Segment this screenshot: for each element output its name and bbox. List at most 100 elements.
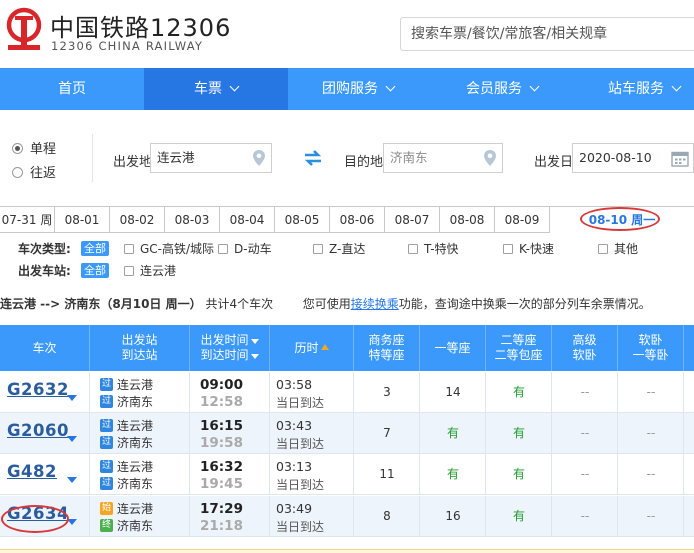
filter-t[interactable]: T-特快 xyxy=(408,240,459,258)
seat-second-class[interactable]: 有 xyxy=(486,372,552,412)
nav-tickets[interactable]: 车票 xyxy=(144,68,288,110)
date-tab[interactable]: 08-06 xyxy=(330,206,385,233)
filter-gc[interactable]: GC-高铁/城际 xyxy=(124,240,214,258)
filter-k[interactable]: K-快速 xyxy=(503,240,554,258)
hint-text-post: 功能，查询途中换乘一次的部分列车余票情况。 xyxy=(398,297,651,311)
station-badge-icon: 过 xyxy=(100,477,113,490)
brand-title[interactable]: 中国铁路12306 xyxy=(50,8,231,43)
seat-business[interactable]: 8 xyxy=(354,496,420,536)
arrival-station: 过济南东 xyxy=(100,475,153,492)
arrival-station: 过济南东 xyxy=(100,393,153,410)
col-train: 车次 xyxy=(0,325,90,371)
date-tab[interactable]: 07-31 周 xyxy=(0,206,55,233)
nav-label: 首页 xyxy=(58,81,86,97)
date-value: 2020-08-10 xyxy=(579,150,652,165)
sort-desc-icon[interactable] xyxy=(250,339,259,344)
filter-label: 连云港 xyxy=(140,264,177,278)
trip-round-option[interactable]: 往返 xyxy=(12,162,56,181)
seat-first-class[interactable]: 16 xyxy=(420,496,486,536)
seat-first-class[interactable]: 有 xyxy=(420,413,486,453)
expand-stops-icon[interactable] xyxy=(67,436,77,442)
radio-checked-icon[interactable] xyxy=(12,143,23,154)
date-tab[interactable]: 08-03 xyxy=(165,206,220,233)
train-number-link[interactable]: G2632 xyxy=(7,380,69,399)
train-row[interactable]: G2060 过连云港过济南东 16:15 19:58 03:43 当日到达 7 有有 -- -- xyxy=(0,413,694,454)
date-tab[interactable]: 08-07 xyxy=(385,206,440,233)
depart-station-all-button[interactable]: 全部 xyxy=(81,263,109,278)
chevron-down-icon xyxy=(671,81,682,92)
col-duration[interactable]: 历时 xyxy=(270,325,354,371)
filter-label: D-动车 xyxy=(234,242,272,256)
duration-value: 03:58 xyxy=(276,377,313,392)
col-business: 商务座 特等座 xyxy=(354,325,420,371)
date-tab[interactable]: 08-09 xyxy=(495,206,550,233)
seat-second-class[interactable]: 有 xyxy=(486,454,552,494)
nav-group-service[interactable]: 团购服务 xyxy=(288,68,428,110)
trip-round-label: 往返 xyxy=(30,166,57,181)
departure-station: 过连云港 xyxy=(100,458,153,475)
chevron-down-icon xyxy=(529,81,540,92)
arrival-station-name: 济南东 xyxy=(117,436,154,450)
seat-business[interactable]: 3 xyxy=(354,372,420,412)
site-search[interactable] xyxy=(400,17,694,51)
checkbox-icon[interactable] xyxy=(313,243,323,254)
train-row[interactable]: G2634 始连云港终济南东 17:29 21:18 03:49 当日到达 8 16 有 -- -- xyxy=(0,496,694,537)
checkbox-icon[interactable] xyxy=(218,243,228,254)
seat-adv-soft-sleeper: -- xyxy=(580,426,590,440)
train-number-link[interactable]: G2060 xyxy=(7,421,69,440)
checkbox-icon[interactable] xyxy=(408,243,418,254)
arrival-time: 21:18 xyxy=(200,518,243,534)
seat-business[interactable]: 7 xyxy=(354,413,420,453)
checkbox-icon[interactable] xyxy=(503,243,513,254)
checkbox-icon[interactable] xyxy=(598,243,608,254)
col-second: 二等座 二等包座 xyxy=(486,325,552,371)
nav-member-service[interactable]: 会员服务 xyxy=(432,68,572,110)
col-stations: 出发站 到达站 xyxy=(90,325,190,371)
sort-asc-icon[interactable] xyxy=(320,343,329,350)
train-row[interactable]: G2632 过连云港过济南东 09:00 12:58 03:58 当日到达 3 14 有 -- -- xyxy=(0,372,694,413)
date-tab[interactable]: 08-04 xyxy=(220,206,275,233)
transfer-link[interactable]: 接续换乘 xyxy=(351,297,399,311)
radio-icon[interactable] xyxy=(12,167,23,178)
train-row[interactable]: G482 过连云港过济南东 16:32 19:45 03:13 当日到达 11 有有 -- -- xyxy=(0,454,694,495)
search-input[interactable] xyxy=(401,18,694,50)
departure-time: 16:15 xyxy=(200,418,243,434)
date-tab[interactable]: 08-05 xyxy=(275,206,330,233)
seat-adv-soft-sleeper: -- xyxy=(580,385,590,399)
filter-d[interactable]: D-动车 xyxy=(218,240,272,258)
header-label: 特等座 xyxy=(368,348,405,362)
to-station-input[interactable]: 济南东 xyxy=(383,143,503,173)
date-tab[interactable]: 08-02 xyxy=(110,206,165,233)
swap-stations-icon[interactable] xyxy=(303,149,323,167)
checkbox-icon[interactable] xyxy=(124,265,134,276)
train-number-link[interactable]: G482 xyxy=(7,462,57,481)
seat-adv-soft-sleeper: -- xyxy=(580,509,590,523)
seat-second-class[interactable]: 有 xyxy=(486,496,552,536)
seat-first-class[interactable]: 14 xyxy=(420,372,486,412)
header-label: 一等座 xyxy=(434,340,471,355)
china-railway-logo-icon[interactable] xyxy=(4,7,44,51)
date-tab[interactable]: 08-01 xyxy=(55,206,110,233)
expand-stops-icon[interactable] xyxy=(67,395,77,401)
from-station-input[interactable]: 连云港 xyxy=(150,143,272,173)
seat-second-class[interactable]: 有 xyxy=(486,413,552,453)
filter-z[interactable]: Z-直达 xyxy=(313,240,365,258)
date-tab[interactable]: 08-08 xyxy=(440,206,495,233)
seat-first-class[interactable]: 有 xyxy=(420,454,486,494)
filter-other[interactable]: 其他 xyxy=(598,240,638,258)
sort-desc-icon[interactable] xyxy=(250,354,259,359)
date-input[interactable]: 2020-08-10 xyxy=(572,143,694,173)
filter-label: GC-高铁/城际 xyxy=(140,242,215,256)
nav-home[interactable]: 首页 xyxy=(0,68,144,110)
seat-business[interactable]: 11 xyxy=(354,454,420,494)
depart-station-title: 出发车站: xyxy=(18,264,71,278)
trip-one-way-option[interactable]: 单程 xyxy=(12,138,56,157)
expand-stops-icon[interactable] xyxy=(67,477,77,483)
col-times[interactable]: 出发时间 到达时间 xyxy=(190,325,270,371)
departure-time: 17:29 xyxy=(200,501,243,517)
train-type-all-button[interactable]: 全部 xyxy=(81,241,109,256)
header-label: 一等卧 xyxy=(632,348,669,362)
nav-station-service[interactable]: 站车服务 xyxy=(584,68,694,110)
filter-station[interactable]: 连云港 xyxy=(124,262,176,280)
checkbox-icon[interactable] xyxy=(124,243,134,254)
